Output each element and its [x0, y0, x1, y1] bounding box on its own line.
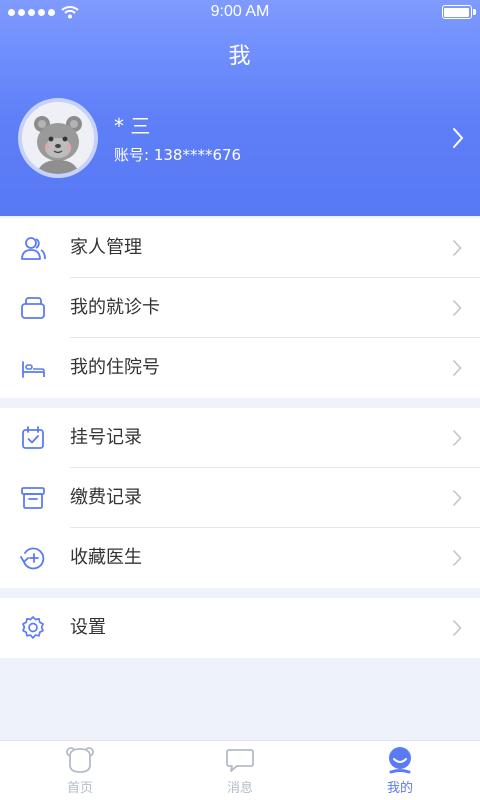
account-number: 账号: 138****676: [114, 144, 241, 165]
chevron-right-icon: [452, 299, 462, 317]
profile-smile-icon: [389, 747, 411, 774]
bear-avatar-icon: [22, 102, 94, 174]
card-icon: [21, 297, 45, 319]
chevron-right-icon: [452, 619, 462, 637]
gear-icon: [22, 616, 44, 639]
avatar[interactable]: [18, 98, 98, 178]
menu-group-profile: 家人管理 我的就诊卡 我的住院号: [0, 218, 480, 398]
status-time: 9:00 AM: [210, 3, 270, 20]
tab-label: 我的: [386, 781, 413, 796]
chevron-right-icon: [452, 549, 462, 567]
menu-item-inpatient-number[interactable]: 我的住院号: [0, 338, 480, 398]
user-name: * 三: [114, 114, 151, 138]
tab-home[interactable]: 首页: [0, 741, 160, 800]
message-bubble-icon: [226, 749, 254, 772]
menu-item-label: 缴费记录: [70, 487, 142, 508]
menu-item-label: 我的住院号: [70, 357, 160, 378]
tab-label: 首页: [66, 781, 93, 796]
menu-item-payment-records[interactable]: 缴费记录: [0, 468, 480, 528]
bottom-tab-bar: 首页 消息 我的: [0, 740, 480, 800]
status-bar: 9:00 AM: [0, 0, 480, 24]
menu-item-family[interactable]: 家人管理: [0, 218, 480, 278]
archive-box-icon: [21, 487, 45, 509]
bed-icon: [22, 361, 45, 378]
profile-header: 9:00 AM 我 * 三 账号: 138****676: [0, 0, 480, 216]
chevron-right-icon: [452, 239, 462, 257]
menu-item-registration-records[interactable]: 挂号记录: [0, 408, 480, 468]
menu-item-label: 收藏医生: [70, 547, 142, 568]
menu-item-favorite-doctors[interactable]: 收藏医生: [0, 528, 480, 588]
chevron-right-icon: [452, 359, 462, 377]
signal-icon: [8, 8, 55, 16]
menu-item-label: 家人管理: [70, 237, 142, 258]
menu-item-label: 挂号记录: [70, 427, 142, 448]
menu-group-settings: 设置: [0, 598, 480, 658]
menu-item-label: 设置: [70, 617, 106, 638]
menu-item-settings[interactable]: 设置: [0, 598, 480, 658]
menu-item-visit-card[interactable]: 我的就诊卡: [0, 278, 480, 338]
calendar-check-icon: [22, 426, 44, 449]
account-value: 138****676: [153, 146, 242, 164]
wifi-icon: [61, 6, 79, 19]
menu-item-label: 我的就诊卡: [70, 297, 160, 318]
chevron-right-icon: [452, 489, 462, 507]
profile-card[interactable]: * 三 账号: 138****676: [18, 98, 470, 178]
chevron-right-icon: [452, 429, 462, 447]
menu-group-records: 挂号记录 缴费记录 收藏医生: [0, 408, 480, 588]
add-favorite-icon: [20, 547, 45, 570]
account-label: 账号:: [114, 146, 150, 164]
page-title: 我: [228, 44, 252, 69]
family-icon: [21, 237, 46, 260]
tab-label: 消息: [226, 781, 253, 796]
tab-messages[interactable]: 消息: [160, 741, 320, 800]
chevron-right-icon[interactable]: [452, 126, 464, 150]
battery-icon: [352, 5, 476, 19]
tab-mine[interactable]: 我的: [320, 741, 480, 800]
home-bear-icon: [66, 747, 94, 773]
